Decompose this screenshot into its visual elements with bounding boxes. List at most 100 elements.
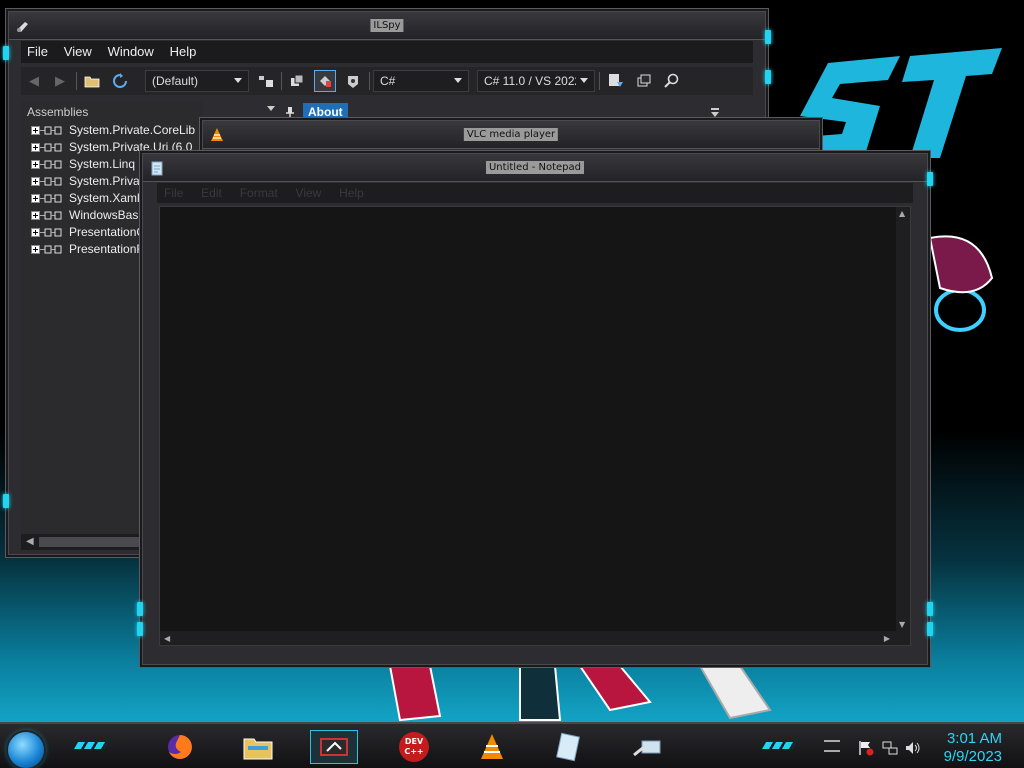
- ilspy-title: ILSpy: [370, 19, 404, 32]
- taskbar-vlc[interactable]: [468, 730, 516, 764]
- menu-file[interactable]: File: [157, 183, 190, 203]
- reload-icon[interactable]: [109, 70, 131, 92]
- clock-time: 3:01 AM: [946, 730, 1002, 747]
- open-folder-icon[interactable]: [81, 70, 103, 92]
- scroll-up-icon[interactable]: ▲: [899, 209, 905, 218]
- tree-expand-icon[interactable]: [31, 228, 67, 238]
- media-app-icon: [320, 738, 348, 756]
- menu-format[interactable]: Format: [233, 183, 285, 203]
- chevron-down-icon: [454, 78, 462, 83]
- tree-expand-icon[interactable]: [31, 194, 67, 204]
- devcpp-label: DEV C++: [404, 737, 424, 756]
- save-code-icon[interactable]: [605, 70, 627, 92]
- vertical-scrollbar[interactable]: ▲ ▼: [896, 207, 910, 631]
- manage-lists-icon[interactable]: [255, 70, 277, 92]
- menu-view[interactable]: View: [289, 183, 329, 203]
- notepad-window[interactable]: Untitled - Notepad File Edit Format View…: [137, 153, 933, 665]
- taskbar-file-explorer[interactable]: [234, 730, 282, 764]
- config-dropdown[interactable]: (Default): [145, 70, 249, 92]
- assembly-name: System.Priva: [69, 174, 140, 188]
- chevron-down-icon[interactable]: [267, 106, 275, 111]
- chevron-down-icon[interactable]: [711, 112, 719, 117]
- chevron-down-icon: [580, 78, 588, 83]
- wallpaper-character-feet: [388, 666, 772, 722]
- action-center-flag-icon[interactable]: [858, 740, 874, 756]
- assembly-name: PresentationC: [69, 225, 146, 239]
- vlc-cone-icon: [211, 128, 223, 141]
- show-all-types-icon[interactable]: [286, 70, 308, 92]
- volume-icon[interactable]: [905, 740, 921, 756]
- scrollbar-thumb[interactable]: [39, 537, 149, 547]
- system-clock[interactable]: 3:01 AM 9/9/2023: [944, 730, 1002, 766]
- menu-help[interactable]: Help: [164, 41, 203, 62]
- windows-icon[interactable]: [633, 70, 655, 92]
- show-compiler-generated-icon[interactable]: [342, 70, 364, 92]
- vlc-titlebar[interactable]: VLC media player: [203, 121, 819, 149]
- vlc-title: VLC media player: [463, 128, 559, 141]
- tree-expand-icon[interactable]: [31, 245, 67, 255]
- horizontal-scrollbar[interactable]: ◀ ▶: [160, 631, 910, 645]
- tree-expand-icon[interactable]: [31, 160, 67, 170]
- scroll-left-icon[interactable]: ◀: [26, 536, 34, 547]
- search-icon[interactable]: [661, 70, 683, 92]
- devcpp-icon: DEV C++: [399, 732, 429, 762]
- taskbar-firefox[interactable]: [156, 730, 204, 764]
- show-hidden-icons[interactable]: [824, 740, 840, 752]
- tree-expand-icon[interactable]: [31, 126, 67, 136]
- pin-icon[interactable]: [285, 107, 295, 119]
- notepad-icon: [556, 732, 580, 762]
- window-edge-glow: [3, 46, 9, 60]
- window-edge-glow: [137, 602, 143, 616]
- assembly-name: System.Xaml: [69, 191, 140, 205]
- menu-edit[interactable]: Edit: [194, 183, 229, 203]
- clock-date: 9/9/2023: [943, 748, 1002, 765]
- window-edge-glow: [927, 622, 933, 636]
- vlc-icon: [481, 734, 503, 759]
- network-icon[interactable]: [882, 740, 898, 756]
- assembly-name: WindowsBas: [69, 208, 139, 222]
- assembly-name: System.Linq: [69, 157, 136, 171]
- scroll-down-icon[interactable]: ▼: [899, 620, 905, 629]
- taskbar-ilspy[interactable]: [624, 730, 672, 764]
- assembly-tree-item[interactable]: System.Private.CoreLib: [21, 122, 203, 139]
- show-private-members-icon[interactable]: [314, 70, 336, 92]
- notepad-content: [160, 207, 910, 211]
- taskbar-media-app[interactable]: [310, 730, 358, 764]
- taskbar-notepad[interactable]: [544, 730, 592, 764]
- assembly-name: System.Private.Uri (6.0: [69, 140, 193, 154]
- ilspy-menubar: File View Window Help: [21, 41, 753, 63]
- firefox-icon: [168, 735, 192, 759]
- menu-view[interactable]: View: [58, 41, 98, 62]
- scroll-right-icon[interactable]: ▶: [884, 634, 890, 643]
- ilspy-titlebar[interactable]: ILSpy: [9, 12, 765, 40]
- menu-window[interactable]: Window: [102, 41, 160, 62]
- forward-icon[interactable]: ▶: [49, 70, 71, 92]
- tree-expand-icon[interactable]: [31, 211, 67, 221]
- window-edge-glow: [765, 70, 771, 84]
- language-dropdown[interactable]: C#: [373, 70, 469, 92]
- tab-overflow-icon[interactable]: [711, 108, 719, 110]
- notepad-menubar: File Edit Format View Help: [157, 183, 913, 203]
- back-icon[interactable]: ◀: [23, 70, 45, 92]
- about-tab[interactable]: About: [303, 103, 348, 121]
- assemblies-label: Assemblies: [27, 105, 89, 119]
- toolbar-separator: [369, 72, 370, 90]
- menu-file[interactable]: File: [21, 41, 54, 62]
- window-edge-glow: [3, 494, 9, 508]
- start-button[interactable]: [8, 732, 44, 768]
- scroll-left-icon[interactable]: ◀: [164, 634, 170, 643]
- language-version-dropdown[interactable]: C# 11.0 / VS 2022.4: [477, 70, 595, 92]
- notepad-title: Untitled - Notepad: [485, 161, 585, 174]
- notepad-text-area[interactable]: ▲ ▼ ◀ ▶: [159, 206, 911, 646]
- toolbar-separator: [599, 72, 600, 90]
- config-dropdown-value: (Default): [152, 74, 199, 88]
- notepad-titlebar[interactable]: Untitled - Notepad: [143, 154, 927, 182]
- tree-expand-icon[interactable]: [31, 177, 67, 187]
- tree-expand-icon[interactable]: [31, 143, 67, 153]
- ilspy-toolbar: ◀ ▶ (Default) C# C# 11.0 / VS 202: [21, 67, 753, 95]
- ilspy-app-icon: [17, 22, 28, 32]
- taskbar-devcpp[interactable]: DEV C++: [390, 730, 438, 764]
- menu-help[interactable]: Help: [332, 183, 371, 203]
- window-edge-glow: [137, 622, 143, 636]
- file-explorer-icon: [243, 738, 273, 760]
